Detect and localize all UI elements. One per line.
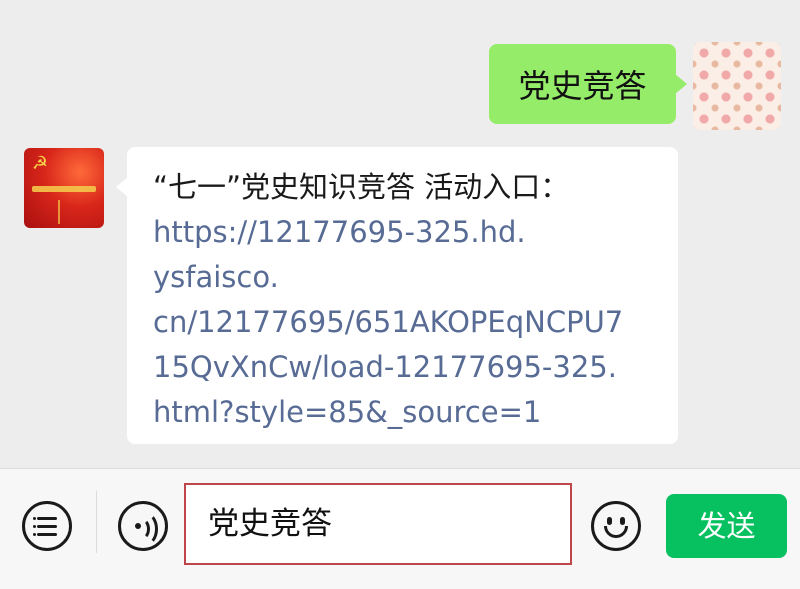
emoji-eye xyxy=(607,517,612,525)
message-intro: “七一”党史知识竞答 活动入口： xyxy=(153,170,570,204)
menu-line xyxy=(37,525,57,528)
outgoing-message-text: 党史竞答 xyxy=(518,67,647,105)
link-line[interactable]: https://12177695-325.hd. xyxy=(153,210,654,255)
menu-button[interactable] xyxy=(22,501,72,551)
chat-area: 党史竞答 ☭ “七一”党史知识竞答 活动入口： https://12177695… xyxy=(0,0,800,468)
menu-dot xyxy=(33,533,36,536)
avatar-banner xyxy=(32,186,96,192)
menu-line xyxy=(37,533,57,536)
link-line[interactable]: html?style=85&_source=1 xyxy=(153,390,654,435)
input-toolbar: 党史竞答 发送 xyxy=(0,468,800,589)
emoji-eye xyxy=(620,517,625,525)
emoji-button[interactable] xyxy=(591,501,641,551)
link-line[interactable]: cn/12177695/651AKOPEqNCPU7 xyxy=(153,300,654,345)
voice-wave xyxy=(133,512,158,546)
menu-line xyxy=(37,517,57,520)
link-line[interactable]: ysfaisco. xyxy=(153,255,654,300)
party-emblem-icon: ☭ xyxy=(31,153,49,174)
avatar-pole xyxy=(58,200,60,224)
incoming-message-bubble[interactable]: “七一”党史知识竞答 活动入口： https://12177695-325.hd… xyxy=(116,147,678,444)
message-input[interactable]: 党史竞答 xyxy=(184,483,572,565)
menu-dot xyxy=(33,517,36,520)
menu-dot xyxy=(33,525,36,528)
emoji-mouth xyxy=(604,526,628,538)
toolbar-divider xyxy=(96,491,97,553)
link-line[interactable]: 15QvXnCw/load-12177695-325. xyxy=(153,345,654,390)
message-input-value: 党史竞答 xyxy=(208,506,332,542)
voice-button[interactable] xyxy=(118,501,168,551)
send-button[interactable]: 发送 xyxy=(666,494,787,558)
outgoing-message-bubble[interactable]: 党史竞答 xyxy=(489,44,687,124)
my-avatar[interactable] xyxy=(693,42,781,130)
contact-avatar[interactable]: ☭ xyxy=(24,148,104,228)
